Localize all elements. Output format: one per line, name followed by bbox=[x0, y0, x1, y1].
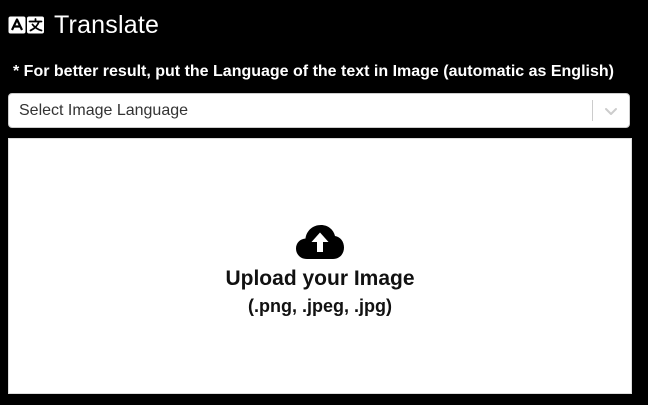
upload-title: Upload your Image bbox=[225, 267, 415, 290]
translate-icon bbox=[8, 16, 44, 34]
language-hint-text: * For better result, put the Language of… bbox=[13, 63, 614, 80]
upload-formats: (.png, .jpeg, .jpg) bbox=[248, 296, 392, 316]
dropdown-toggle[interactable] bbox=[593, 94, 629, 127]
language-select[interactable]: Select Image Language bbox=[8, 93, 630, 128]
image-upload-dropzone[interactable]: Upload your Image (.png, .jpeg, .jpg) bbox=[8, 138, 632, 394]
language-select-placeholder: Select Image Language bbox=[19, 101, 189, 119]
cloud-upload-icon bbox=[296, 225, 344, 259]
app-header: Translate bbox=[8, 9, 159, 41]
chevron-down-icon bbox=[605, 107, 617, 115]
page-title: Translate bbox=[54, 10, 160, 39]
